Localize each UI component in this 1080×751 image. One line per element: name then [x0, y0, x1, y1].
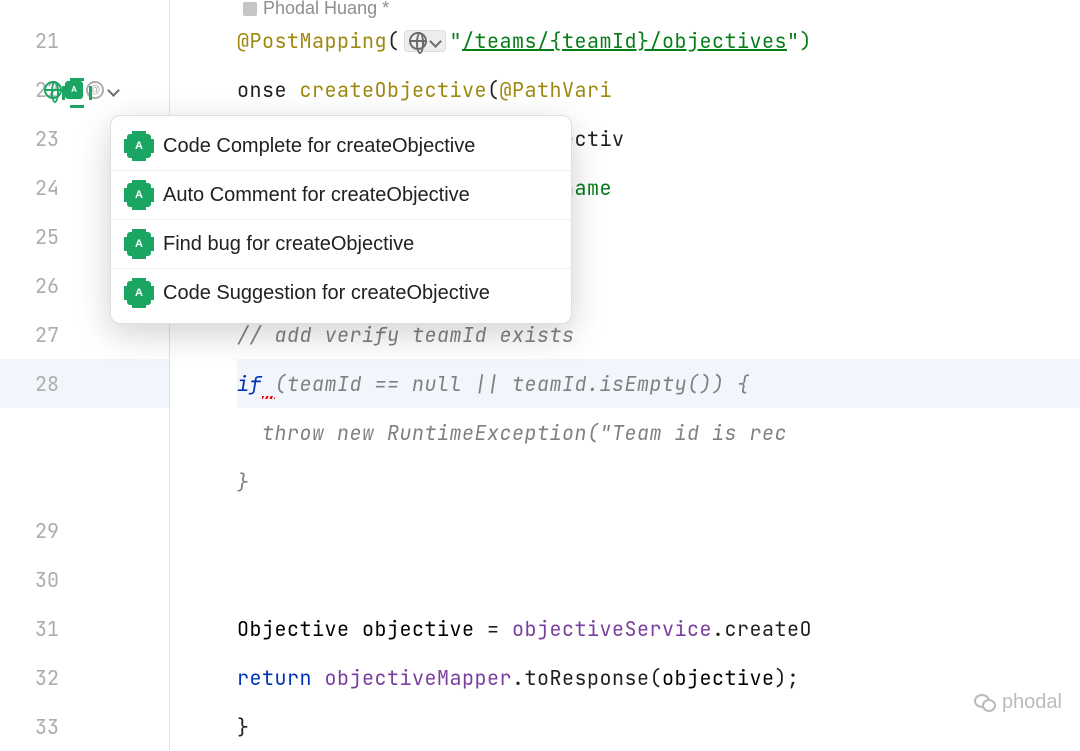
line-number: 21 — [35, 28, 59, 54]
watermark: phodal — [974, 691, 1062, 714]
author-name: Phodal Huang * — [263, 0, 389, 19]
ai-chip-icon: A — [127, 183, 151, 207]
line-number: 26 — [35, 273, 59, 299]
chevron-down-icon[interactable] — [107, 84, 119, 96]
code-area[interactable]: Phodal Huang * @PostMapping("/teams/{tea… — [237, 0, 1080, 750]
popup-item-code-complete[interactable]: A Code Complete for createObjective — [111, 122, 571, 171]
ai-chip-icon: A — [127, 232, 151, 256]
web-icon[interactable] — [44, 81, 62, 99]
code-line[interactable]: if (teamId == null || teamId.isEmpty()) … — [237, 359, 1080, 408]
ai-chip-icon: A — [127, 134, 151, 158]
code-line[interactable]: } — [237, 702, 1080, 751]
popup-item-code-suggestion[interactable]: A Code Suggestion for createObjective — [111, 269, 571, 317]
popup-item-label: Find bug for createObjective — [163, 233, 414, 256]
gutter-line: 21 — [0, 16, 169, 65]
gutter-line — [0, 457, 169, 506]
line-number: 24 — [35, 175, 59, 201]
code-line[interactable] — [237, 506, 1080, 555]
line-number: 28 — [35, 371, 59, 397]
code-line[interactable]: @PostMapping("/teams/{teamId}/objectives… — [237, 16, 1080, 65]
globe-badge[interactable] — [404, 30, 446, 52]
at-icon[interactable]: @ — [86, 81, 104, 99]
line-number: 29 — [35, 518, 59, 544]
popup-item-find-bug[interactable]: A Find bug for createObjective — [111, 220, 571, 269]
popup-item-auto-comment[interactable]: A Auto Comment for createObjective — [111, 171, 571, 220]
gutter-line: 32 — [0, 653, 169, 702]
gutter-line: 31 — [0, 604, 169, 653]
popup-item-label: Auto Comment for createObjective — [163, 184, 470, 207]
code-editor: 21 22 A @ 23 24 25 26 27 28 29 30 31 32 … — [0, 0, 1080, 750]
gutter: 21 22 A @ 23 24 25 26 27 28 29 30 31 32 … — [0, 0, 170, 750]
line-number: 33 — [35, 714, 59, 740]
chevron-down-icon — [429, 35, 441, 47]
wechat-icon — [974, 694, 996, 712]
error-squiggle — [262, 371, 275, 397]
gutter-line — [0, 408, 169, 457]
code-line[interactable]: return objectiveMapper.toResponse(object… — [237, 653, 1080, 702]
popup-item-label: Code Suggestion for createObjective — [163, 282, 490, 305]
ai-actions-popup: A Code Complete for createObjective A Au… — [110, 115, 572, 324]
line-number: 32 — [35, 665, 59, 691]
gutter-line: 33 — [0, 702, 169, 751]
code-line[interactable]: throw new RuntimeException("Team id is r… — [237, 408, 1080, 457]
watermark-text: phodal — [1002, 691, 1062, 714]
gutter-line: 28 — [0, 359, 169, 408]
author-annotation: Phodal Huang * — [243, 0, 389, 19]
code-line[interactable] — [237, 555, 1080, 604]
globe-icon — [409, 32, 427, 50]
line-number: 30 — [35, 567, 59, 593]
avatar-icon — [243, 2, 257, 16]
gutter-line: 30 — [0, 555, 169, 604]
code-line[interactable]: } — [237, 457, 1080, 506]
line-number: 23 — [35, 126, 59, 152]
gutter-line: 22 A @ — [0, 65, 169, 114]
gutter-line: 29 — [0, 506, 169, 555]
code-line[interactable]: Objective objective = objectiveService.c… — [237, 604, 1080, 653]
line-number: 25 — [35, 224, 59, 250]
ai-chip-icon: A — [127, 281, 151, 305]
line-number: 31 — [35, 616, 59, 642]
ai-chip-icon[interactable]: A — [65, 81, 83, 99]
gutter-widgets: A @ — [44, 65, 119, 114]
code-line[interactable]: onse createObjective(@PathVari — [237, 65, 1080, 114]
line-number: 27 — [35, 322, 59, 348]
popup-item-label: Code Complete for createObjective — [163, 135, 475, 158]
